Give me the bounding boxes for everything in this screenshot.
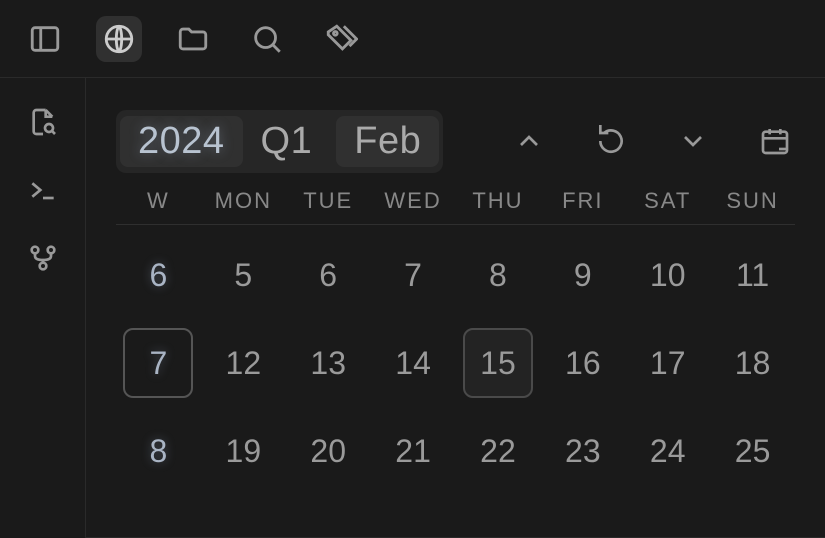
left-rail	[0, 78, 85, 538]
folder-icon	[176, 22, 210, 56]
day-cell[interactable]: 18	[718, 328, 788, 398]
quarter-pill[interactable]: Q1	[243, 116, 331, 167]
globe-icon	[102, 22, 136, 56]
day-cell[interactable]: 16	[548, 328, 618, 398]
prev-button[interactable]	[509, 121, 549, 161]
terminal-icon	[27, 174, 59, 206]
calendar-panel: 2024 Q1 Feb W MON TUE WED THU FRI SAT	[85, 78, 825, 538]
day-cell[interactable]: 8	[463, 240, 533, 310]
day-cell[interactable]: 21	[378, 416, 448, 486]
calendar-grid: 6567891011712131415161718819202122232425	[116, 225, 795, 495]
globe-button[interactable]	[96, 16, 142, 62]
dow-label: FRI	[540, 188, 625, 214]
tag-icon	[324, 22, 358, 56]
day-cell[interactable]: 6	[293, 240, 363, 310]
week-number: 7	[123, 328, 193, 398]
day-cell[interactable]: 5	[208, 240, 278, 310]
next-button[interactable]	[673, 121, 713, 161]
dow-label: MON	[201, 188, 286, 214]
month-pill[interactable]: Feb	[336, 116, 439, 167]
refresh-icon	[595, 125, 627, 157]
chevron-down-icon	[677, 125, 709, 157]
day-cell[interactable]: 15	[463, 328, 533, 398]
chevron-up-icon	[513, 125, 545, 157]
day-cell[interactable]: 25	[718, 416, 788, 486]
week-number: 8	[123, 416, 193, 486]
day-cell[interactable]: 17	[633, 328, 703, 398]
top-toolbar	[0, 0, 825, 78]
search-icon	[250, 22, 284, 56]
tag-button[interactable]	[318, 16, 364, 62]
dow-label: TUE	[286, 188, 371, 214]
day-cell[interactable]: 23	[548, 416, 618, 486]
year-pill[interactable]: 2024	[120, 116, 243, 167]
fork-icon	[27, 242, 59, 274]
day-cell[interactable]: 12	[208, 328, 278, 398]
week-number: 6	[123, 240, 193, 310]
day-cell[interactable]: 13	[293, 328, 363, 398]
calendar-settings-button[interactable]	[755, 121, 795, 161]
today-button[interactable]	[591, 121, 631, 161]
dow-label: SAT	[625, 188, 710, 214]
search-button[interactable]	[244, 16, 290, 62]
day-cell[interactable]: 22	[463, 416, 533, 486]
day-cell[interactable]: 19	[208, 416, 278, 486]
dow-label: THU	[456, 188, 541, 214]
day-cell[interactable]: 11	[718, 240, 788, 310]
folder-button[interactable]	[170, 16, 216, 62]
terminal-button[interactable]	[21, 168, 65, 212]
calendar-header: 2024 Q1 Feb	[116, 102, 795, 180]
sidebar-toggle-button[interactable]	[22, 16, 68, 62]
period-selector: 2024 Q1 Feb	[116, 110, 443, 173]
week-col-label: W	[116, 188, 201, 214]
calendar-dow-header: W MON TUE WED THU FRI SAT SUN	[116, 188, 795, 225]
fork-button[interactable]	[21, 236, 65, 280]
calendar-icon	[759, 125, 791, 157]
file-search-icon	[27, 106, 59, 138]
day-cell[interactable]: 10	[633, 240, 703, 310]
day-cell[interactable]: 14	[378, 328, 448, 398]
day-cell[interactable]: 7	[378, 240, 448, 310]
day-cell[interactable]: 20	[293, 416, 363, 486]
file-search-button[interactable]	[21, 100, 65, 144]
calendar-nav-actions	[509, 121, 795, 161]
dow-label: WED	[371, 188, 456, 214]
dow-label: SUN	[710, 188, 795, 214]
sidebar-icon	[28, 22, 62, 56]
day-cell[interactable]: 24	[633, 416, 703, 486]
day-cell[interactable]: 9	[548, 240, 618, 310]
